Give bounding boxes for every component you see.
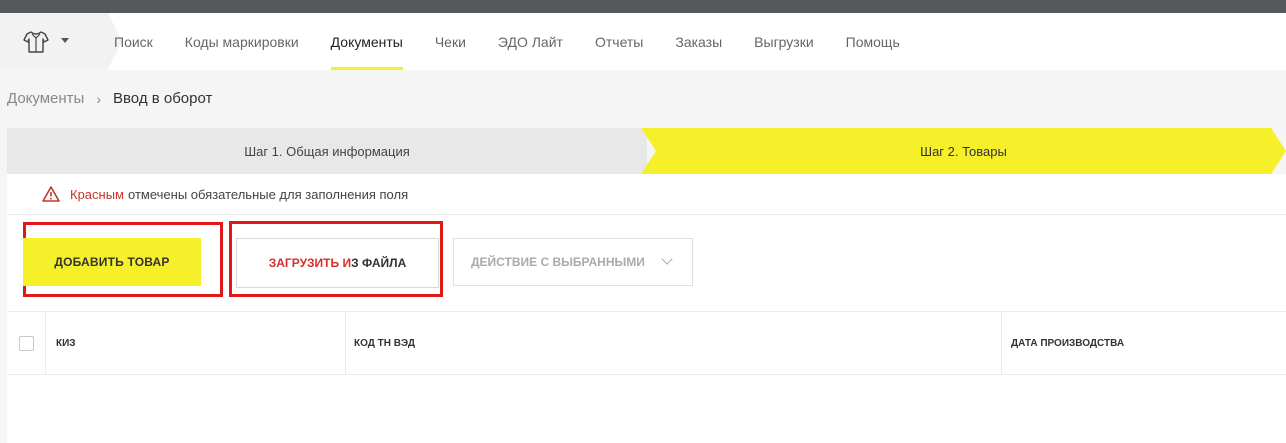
add-item-button[interactable]: ДОБАВИТЬ ТОВАР xyxy=(23,238,201,286)
goods-table-header: КИЗ КОД ТН ВЭД ДАТА ПРОИЗВОДСТВА xyxy=(7,311,1286,375)
nav-item-orders[interactable]: Заказы xyxy=(675,13,722,70)
nav-item-search[interactable]: Поиск xyxy=(114,13,153,70)
nav-item-reports[interactable]: Отчеты xyxy=(595,13,643,70)
logo-menu[interactable] xyxy=(0,13,122,70)
notice-text: отмечены обязательные для заполнения пол… xyxy=(128,186,409,202)
breadcrumb: Документы › Ввод в оборот xyxy=(7,90,212,107)
breadcrumb-documents[interactable]: Документы xyxy=(7,90,84,107)
step-goods[interactable]: Шаг 2. Товары xyxy=(641,128,1286,174)
nav-item-marking-codes[interactable]: Коды маркировки xyxy=(185,13,299,70)
step-2-label: Шаг 2. Товары xyxy=(920,143,1007,159)
nav-item-receipts[interactable]: Чеки xyxy=(435,13,466,70)
upload-label-rest: З ФАЙЛА xyxy=(351,256,407,270)
column-header-tnved[interactable]: КОД ТН ВЭД xyxy=(346,312,1002,375)
shirt-icon xyxy=(23,31,49,53)
notice-red-word: Красным xyxy=(70,186,124,202)
column-header-production-date[interactable]: ДАТА ПРОИЗВОДСТВА xyxy=(1002,312,1286,375)
nav-item-help[interactable]: Помощь xyxy=(846,13,900,70)
step-general-info[interactable]: Шаг 1. Общая информация xyxy=(7,128,647,174)
main-nav: Поиск Коды маркировки Документы Чеки ЭДО… xyxy=(0,13,1286,70)
upload-from-file-button[interactable]: ЗАГРУЗИТЬ ИЗ ФАЙЛА xyxy=(236,238,439,288)
goods-panel: Красным отмечены обязательные для заполн… xyxy=(7,174,1286,443)
top-strip xyxy=(0,0,1286,13)
chevron-down-icon xyxy=(61,38,69,43)
divider xyxy=(7,214,1286,215)
action-label: ДЕЙСТВИЕ С ВЫБРАННЫМИ xyxy=(471,255,645,269)
column-header-kiz[interactable]: КИЗ xyxy=(46,312,346,375)
nav-item-exports[interactable]: Выгрузки xyxy=(754,13,814,70)
stepper: Шаг 1. Общая информация Шаг 2. Товары xyxy=(7,128,1286,174)
breadcrumb-current: Ввод в оборот xyxy=(113,90,213,107)
select-all-checkbox[interactable] xyxy=(18,336,34,351)
upload-label-red: ЗАГРУЗИТЬ И xyxy=(268,256,352,270)
select-all-cell xyxy=(7,312,46,375)
nav-item-edo-lite[interactable]: ЭДО Лайт xyxy=(498,13,563,70)
add-item-label: ДОБАВИТЬ ТОВАР xyxy=(54,255,170,269)
chevron-down-icon xyxy=(661,253,673,265)
chevron-right-icon: › xyxy=(96,90,101,107)
warning-icon xyxy=(42,186,60,202)
nav-item-documents[interactable]: Документы xyxy=(330,13,404,70)
required-fields-notice: Красным отмечены обязательные для заполн… xyxy=(42,186,408,202)
step-1-label: Шаг 1. Общая информация xyxy=(244,143,410,159)
action-with-selected-dropdown[interactable]: ДЕЙСТВИЕ С ВЫБРАННЫМИ xyxy=(453,238,693,286)
